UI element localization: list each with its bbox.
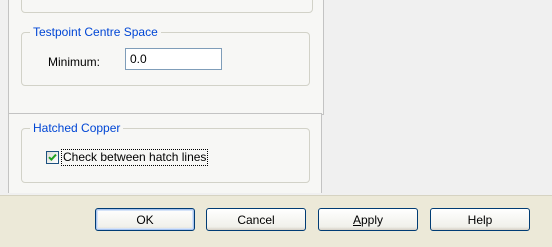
dialog-button-bar: OK Cancel Apply Help — [0, 195, 552, 247]
hatched-copper-panel: Hatched Copper Check between hatch lines — [8, 113, 322, 193]
hatched-copper-group: Hatched Copper Check between hatch lines — [21, 121, 310, 183]
testpoint-group-title: Testpoint Centre Space — [30, 25, 161, 40]
cancel-button[interactable]: Cancel — [206, 208, 306, 231]
dialog-content: Testpoint Centre Space Minimum: Hatched … — [0, 0, 552, 195]
minimum-label: Minimum: — [48, 55, 101, 69]
hatched-group-title: Hatched Copper — [30, 121, 124, 136]
check-between-hatch-lines-checkbox[interactable] — [46, 151, 59, 164]
checkmark-icon — [48, 153, 57, 162]
check-between-hatch-lines-option[interactable]: Check between hatch lines — [46, 149, 209, 166]
apply-label-rest: pply — [361, 212, 384, 227]
tab-page-panel: Testpoint Centre Space Minimum: — [8, 0, 324, 115]
ok-button[interactable]: OK — [95, 208, 195, 231]
help-button[interactable]: Help — [430, 208, 530, 231]
apply-button[interactable]: Apply — [318, 208, 418, 231]
minimum-input[interactable] — [125, 48, 222, 70]
testpoint-centre-space-group: Testpoint Centre Space Minimum: — [21, 25, 310, 86]
upper-groupbox — [21, 0, 313, 13]
check-between-hatch-lines-label[interactable]: Check between hatch lines — [60, 149, 209, 166]
apply-mnemonic: A — [352, 212, 361, 227]
